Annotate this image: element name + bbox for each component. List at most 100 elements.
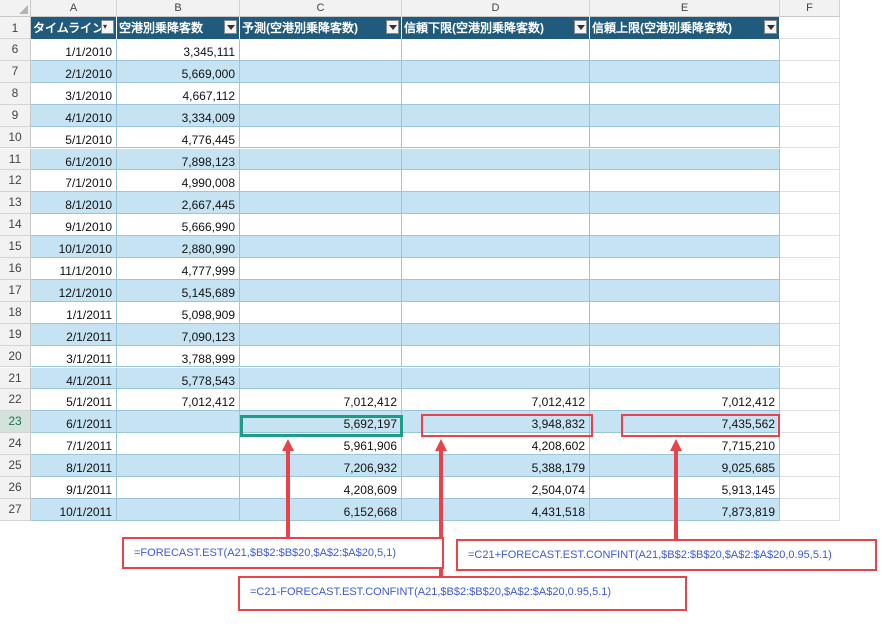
row-header-18[interactable]: 18	[0, 301, 31, 324]
cell-c17[interactable]	[240, 279, 402, 302]
cell-a14[interactable]: 9/1/2010	[31, 214, 117, 237]
row-header-1[interactable]: 1	[0, 17, 31, 39]
cell-b11[interactable]: 7,898,123	[117, 148, 240, 171]
cell-b18[interactable]: 5,098,909	[117, 301, 240, 324]
cell-e27[interactable]: 7,873,819	[590, 498, 780, 521]
cell-e18[interactable]	[590, 301, 780, 324]
cell-b23[interactable]	[117, 411, 240, 434]
cell-b21[interactable]: 5,778,543	[117, 367, 240, 390]
cell-f12[interactable]	[780, 170, 840, 193]
row-header-9[interactable]: 9	[0, 104, 31, 127]
row-header-10[interactable]: 10	[0, 126, 31, 149]
column-header-c[interactable]: C	[240, 0, 402, 17]
cell-b27[interactable]	[117, 498, 240, 521]
cell-f8[interactable]	[780, 82, 840, 105]
cell-d17[interactable]	[402, 279, 590, 302]
cell-e22[interactable]: 7,012,412	[590, 389, 780, 412]
cell-b12[interactable]: 4,990,008	[117, 170, 240, 193]
cell-f20[interactable]	[780, 345, 840, 368]
row-header-22[interactable]: 22	[0, 389, 31, 412]
cell-d13[interactable]	[402, 192, 590, 215]
cell-a13[interactable]: 8/1/2010	[31, 192, 117, 215]
filter-button-a[interactable]: ▾	[101, 20, 114, 34]
row-header-14[interactable]: 14	[0, 214, 31, 237]
cell-e7[interactable]	[590, 60, 780, 83]
cell-e11[interactable]	[590, 148, 780, 171]
cell-e16[interactable]	[590, 258, 780, 280]
cell-f17[interactable]	[780, 279, 840, 302]
cell-f22[interactable]	[780, 389, 840, 412]
cell-d15[interactable]	[402, 236, 590, 258]
cell-a11[interactable]: 6/1/2010	[31, 148, 117, 171]
cell-a6[interactable]: 1/1/2010	[31, 39, 117, 61]
cell-c12[interactable]	[240, 170, 402, 193]
cell-f14[interactable]	[780, 214, 840, 237]
cell-c20[interactable]	[240, 345, 402, 368]
cell-e26[interactable]: 5,913,145	[590, 477, 780, 499]
cell-d11[interactable]	[402, 148, 590, 171]
cell-c10[interactable]	[240, 126, 402, 149]
cell-f21[interactable]	[780, 367, 840, 390]
cell-a17[interactable]: 12/1/2010	[31, 279, 117, 302]
cell-f27[interactable]	[780, 498, 840, 521]
cell-a7[interactable]: 2/1/2010	[31, 60, 117, 83]
select-all-button[interactable]	[0, 0, 31, 17]
cell-f24[interactable]	[780, 433, 840, 456]
cell-a10[interactable]: 5/1/2010	[31, 126, 117, 149]
cell-a27[interactable]: 10/1/2011	[31, 498, 117, 521]
cell-b19[interactable]: 7,090,123	[117, 323, 240, 346]
cell-d18[interactable]	[402, 301, 590, 324]
row-header-20[interactable]: 20	[0, 345, 31, 368]
cell-b24[interactable]	[117, 433, 240, 456]
cell-a16[interactable]: 11/1/2010	[31, 258, 117, 280]
cell-a20[interactable]: 3/1/2011	[31, 345, 117, 368]
cell-c9[interactable]	[240, 104, 402, 127]
cell-e14[interactable]	[590, 214, 780, 237]
cell-d22[interactable]: 7,012,412	[402, 389, 590, 412]
cell-e6[interactable]	[590, 39, 780, 61]
cell-d26[interactable]: 2,504,074	[402, 477, 590, 499]
dropdown-button-b[interactable]	[224, 20, 237, 34]
row-header-21[interactable]: 21	[0, 367, 31, 390]
cell-f6[interactable]	[780, 39, 840, 61]
cell-c6[interactable]	[240, 39, 402, 61]
cell-b13[interactable]: 2,667,445	[117, 192, 240, 215]
cell-c8[interactable]	[240, 82, 402, 105]
cell-d21[interactable]	[402, 367, 590, 390]
cell-e9[interactable]	[590, 104, 780, 127]
cell-f15[interactable]	[780, 236, 840, 258]
row-header-23[interactable]: 23	[0, 411, 31, 434]
cell-a19[interactable]: 2/1/2011	[31, 323, 117, 346]
cell-b17[interactable]: 5,145,689	[117, 279, 240, 302]
cell-f18[interactable]	[780, 301, 840, 324]
cell-c19[interactable]	[240, 323, 402, 346]
cell-b15[interactable]: 2,880,990	[117, 236, 240, 258]
column-header-f[interactable]: F	[780, 0, 840, 17]
cell-c15[interactable]	[240, 236, 402, 258]
cell-d12[interactable]	[402, 170, 590, 193]
cell-f10[interactable]	[780, 126, 840, 149]
row-header-12[interactable]: 12	[0, 170, 31, 193]
cell-e21[interactable]	[590, 367, 780, 390]
cell-e12[interactable]	[590, 170, 780, 193]
cell-e10[interactable]	[590, 126, 780, 149]
cell-b6[interactable]: 3,345,111	[117, 39, 240, 61]
cell-d14[interactable]	[402, 214, 590, 237]
row-header-6[interactable]: 6	[0, 39, 31, 61]
cell-d10[interactable]	[402, 126, 590, 149]
cell-b22[interactable]: 7,012,412	[117, 389, 240, 412]
cell-f1[interactable]	[780, 17, 840, 39]
cell-e25[interactable]: 9,025,685	[590, 455, 780, 477]
cell-d7[interactable]	[402, 60, 590, 83]
cell-d8[interactable]	[402, 82, 590, 105]
column-header-b[interactable]: B	[117, 0, 240, 17]
cell-a8[interactable]: 3/1/2010	[31, 82, 117, 105]
cell-a25[interactable]: 8/1/2011	[31, 455, 117, 477]
row-header-25[interactable]: 25	[0, 455, 31, 477]
cell-f26[interactable]	[780, 477, 840, 499]
cell-b16[interactable]: 4,777,999	[117, 258, 240, 280]
row-header-15[interactable]: 15	[0, 236, 31, 258]
cell-d27[interactable]: 4,431,518	[402, 498, 590, 521]
dropdown-button-c[interactable]	[386, 20, 399, 34]
cell-c13[interactable]	[240, 192, 402, 215]
